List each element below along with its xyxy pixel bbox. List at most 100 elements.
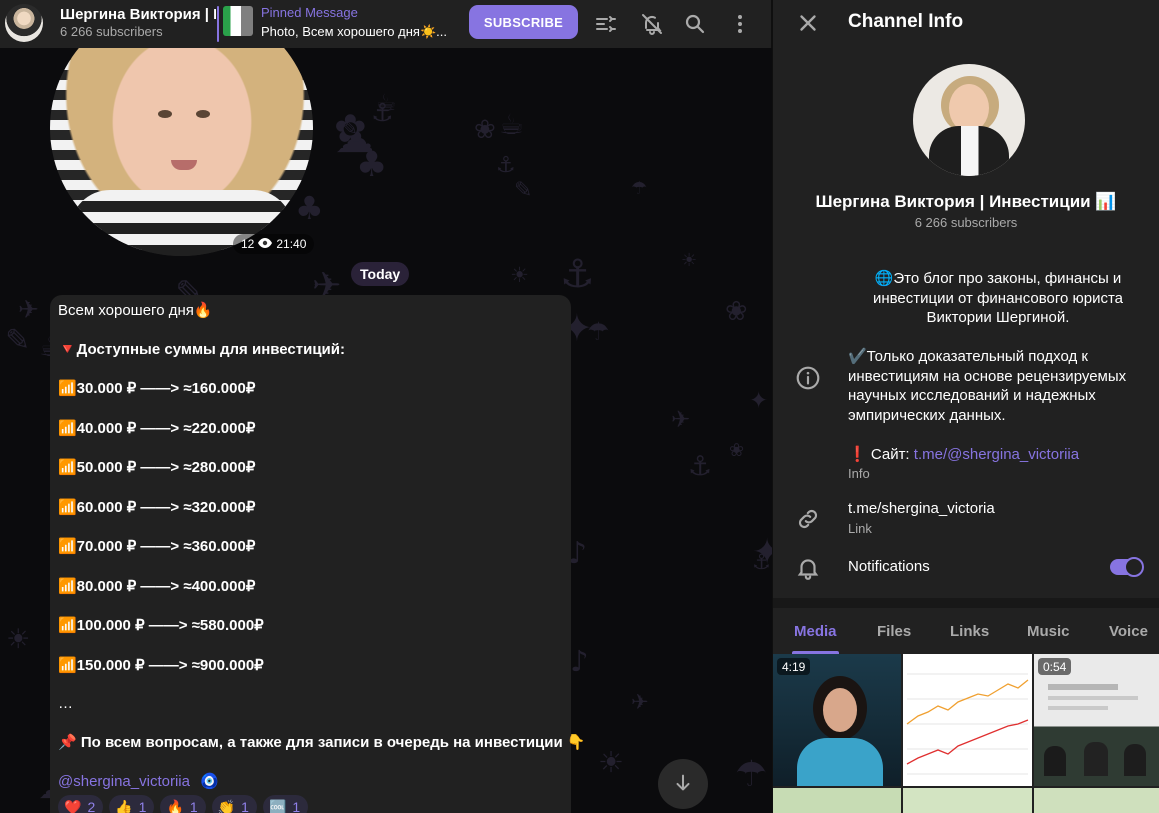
wallpaper-doodle: ⚓: [371, 98, 394, 127]
pinned-label[interactable]: Pinned Message: [261, 5, 358, 20]
chat-header: Шергина Виктория | Инвестиции 📊 6 266 su…: [0, 0, 772, 48]
channel-link[interactable]: t.me/shergina_victoria: [848, 500, 995, 517]
wallpaper-doodle: ☂: [631, 178, 648, 199]
toggle-knob: [1124, 557, 1144, 577]
wallpaper-doodle: ☕: [499, 108, 525, 141]
mute-icon[interactable]: [640, 12, 664, 36]
media-item-2[interactable]: [903, 654, 1032, 786]
reaction-count: 2: [87, 799, 96, 813]
more-icon[interactable]: [728, 12, 752, 36]
reaction-emoji: 👏: [217, 798, 236, 813]
pinned-text[interactable]: Photo, Всем хорошего дня☀️...: [261, 24, 451, 40]
video-meta: 12 21:40: [233, 234, 315, 254]
amount-line: 📶70.000 ₽ ——> ≈360.000₽: [58, 538, 256, 555]
wallpaper-doodle: ✎: [5, 323, 31, 358]
media-item-1[interactable]: 4:19: [773, 654, 901, 786]
section-divider: [773, 598, 1159, 608]
telegram-window: ✿☂♪✈☕⚓✎☁❀♣☀✦✿☂♪✈☕⚓✎☁❀♣☀✦✿☂♪✈☕⚓✎☁❀♣☀✦✿☂♪✈…: [0, 0, 1159, 813]
channel-avatar[interactable]: [5, 4, 43, 42]
wallpaper-doodle: ❀: [729, 440, 745, 461]
wallpaper-doodle: ✈: [631, 690, 649, 714]
eye-icon: [258, 237, 273, 251]
scroll-down-button[interactable]: [658, 759, 708, 809]
wallpaper-doodle: ⚓: [688, 451, 713, 482]
reaction-emoji: 👍: [115, 798, 133, 813]
message-heading: 🔻Доступные суммы для инвестиций:: [58, 341, 345, 358]
video-eye: [158, 110, 172, 118]
notifications-toggle[interactable]: [1110, 557, 1144, 577]
wallpaper-doodle: ✈: [671, 407, 691, 433]
avatar-face: [949, 84, 989, 132]
channel-description: 🌐Это блог про законы, финансы и инвестиц…: [848, 269, 1148, 484]
arrow-down-icon: [672, 772, 694, 797]
message-greeting: Всем хорошего дня🔥: [58, 302, 213, 319]
wallpaper-doodle: ☀: [598, 745, 624, 779]
topics-icon[interactable]: [594, 12, 618, 36]
tab-voice[interactable]: Voice: [1109, 608, 1148, 654]
subscriber-count: 6 266 subscribers: [60, 24, 163, 39]
panel-title: Channel Info: [848, 11, 964, 32]
link-caption: Link: [848, 521, 872, 536]
message-bubble[interactable]: Всем хорошего дня🔥 🔻Доступные суммы для …: [50, 295, 586, 813]
media-item-5[interactable]: [903, 788, 1032, 813]
tab-media[interactable]: Media: [792, 608, 839, 654]
wallpaper-doodle: ☀: [510, 263, 529, 287]
wallpaper-doodle: ⚓: [752, 550, 771, 574]
message-ellipsis: …: [58, 695, 73, 712]
amount-line: 📶30.000 ₽ ——> ≈160.000₽: [58, 380, 256, 397]
description-paragraph-1: 🌐Это блог про законы, финансы и инвестиц…: [872, 270, 1124, 326]
media-item-6[interactable]: [1034, 788, 1159, 813]
bell-icon: [795, 555, 821, 581]
tab-links[interactable]: Links: [950, 608, 989, 654]
reaction-button[interactable]: ❤️ 2: [58, 795, 104, 813]
tab-music[interactable]: Music: [1027, 608, 1070, 654]
reactions-bar: ❤️ 2 👍 1 🔥 1 👏 1 🆒 1: [58, 795, 309, 813]
media-item-4[interactable]: [773, 788, 901, 813]
date-separator: Today: [351, 262, 410, 286]
reaction-button[interactable]: 🆒 1: [262, 795, 309, 813]
tab-files[interactable]: Files: [877, 608, 911, 654]
channel-title[interactable]: Шергина Виктория | Инвестиции 📊: [60, 5, 216, 23]
reaction-emoji: ❤️: [64, 798, 82, 813]
search-icon[interactable]: [683, 12, 707, 36]
close-icon[interactable]: [795, 10, 821, 36]
nazar-emoji: 🧿: [200, 773, 219, 790]
amount-line: 📶150.000 ₽ ——> ≈900.000₽: [58, 656, 264, 674]
reaction-button[interactable]: 👍 1: [109, 795, 155, 813]
amount-line: 📶80.000 ₽ ——> ≈400.000₽: [58, 577, 256, 595]
panel-subscriber-count: 6 266 subscribers: [914, 215, 1018, 230]
channel-info-panel: Channel Info Шергина Виктория | Инвестиц…: [773, 0, 1159, 813]
reaction-button[interactable]: 👏 1: [211, 795, 257, 813]
reaction-count: 1: [292, 799, 301, 813]
video-eye: [196, 110, 210, 118]
wallpaper-doodle: ☂: [735, 754, 768, 795]
media-grid: 4:19 0:54: [773, 654, 1159, 813]
chart-thumbnail: [906, 673, 1029, 775]
reaction-count: 1: [241, 799, 249, 813]
wallpaper-doodle: ✿: [334, 107, 367, 152]
channel-avatar-large[interactable]: [913, 64, 1025, 176]
video-time: 21:40: [276, 237, 307, 251]
video-mouth: [171, 160, 197, 170]
pinned-indicator: [217, 6, 219, 42]
message-contact: 📌 По всем вопросам, а также для записи в…: [58, 734, 586, 751]
amount-line: 📶50.000 ₽ ——> ≈280.000₽: [58, 459, 256, 476]
site-prefix: ❗ Сайт:: [848, 445, 914, 463]
wallpaper-doodle: ✎: [514, 178, 533, 203]
amount-line: 📶40.000 ₽ ——> ≈220.000₽: [58, 419, 256, 437]
media-item-3[interactable]: 0:54: [1034, 654, 1159, 786]
amount-line: 📶60.000 ₽ ——> ≈320.000₽: [58, 498, 256, 516]
handle-link[interactable]: @shergina_victoriia: [58, 773, 190, 790]
avatar-body: [929, 126, 1009, 176]
reaction-button[interactable]: 🔥 1: [160, 795, 206, 813]
reaction-emoji: 🆒: [268, 798, 287, 813]
description-site: ❗ Сайт: t.me/@shergina_victoriia: [848, 445, 1148, 465]
link-icon: [795, 506, 821, 532]
panel-channel-name: Шергина Виктория | Инвестиции 📊: [815, 192, 1117, 211]
site-link[interactable]: t.me/@shergina_victoriia: [914, 446, 1079, 463]
info-icon: [795, 365, 821, 391]
pinned-thumbnail[interactable]: [223, 6, 253, 36]
wallpaper-doodle: ⚓: [560, 252, 595, 297]
subscribe-button[interactable]: SUBSCRIBE: [469, 5, 578, 39]
view-count: 12: [241, 237, 255, 251]
